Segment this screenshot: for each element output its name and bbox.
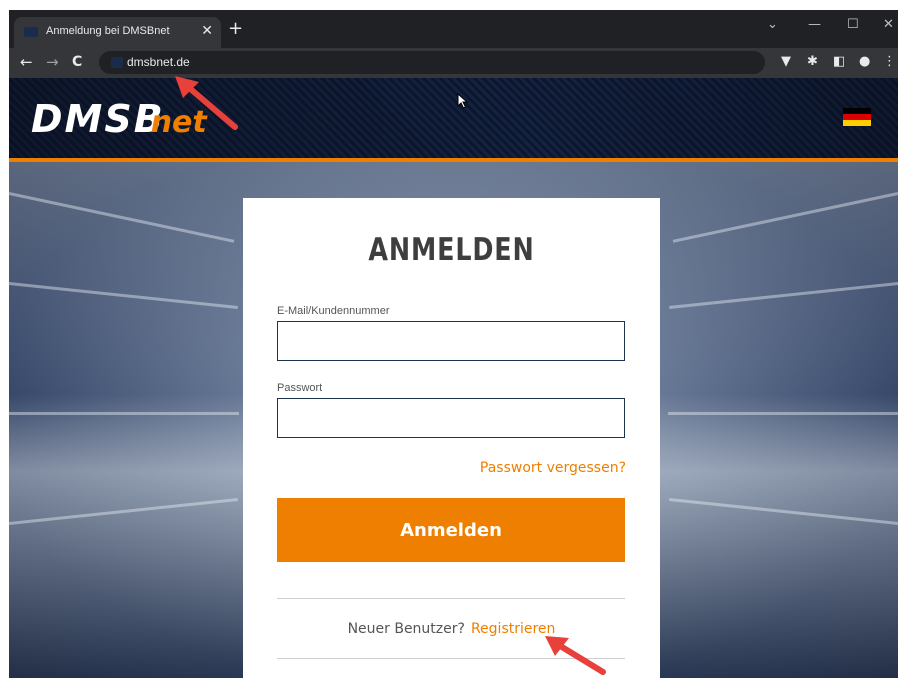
site-info-icon[interactable]: [111, 57, 123, 68]
forgot-password-link[interactable]: Passwort vergessen?: [480, 460, 626, 476]
extensions-puzzle-icon[interactable]: ✱: [807, 55, 818, 69]
maximize-icon[interactable]: ☐: [847, 18, 859, 32]
speed-streak: [668, 412, 898, 415]
email-label: E-Mail/Kundennummer: [277, 305, 390, 317]
site-header: DMSBnet: [9, 78, 898, 158]
url-text: dmsbnet.de: [127, 55, 190, 69]
browser-window: Anmeldung bei DMSBnet ✕ + ⌄ — ☐ ✕ ← → C …: [9, 10, 898, 678]
password-label: Passwort: [277, 382, 323, 394]
speed-streak: [669, 282, 898, 310]
window-close-icon[interactable]: ✕: [883, 18, 894, 32]
login-title: ANMELDEN: [368, 232, 535, 268]
new-user-text: Neuer Benutzer?: [347, 621, 465, 637]
password-input[interactable]: [277, 398, 625, 438]
email-input[interactable]: [277, 321, 625, 361]
profile-avatar-icon[interactable]: ●: [859, 55, 870, 69]
annotation-arrow-icon: [545, 636, 606, 675]
flag-stripe-gold: [843, 120, 871, 126]
speed-streak: [9, 192, 235, 243]
speed-streak: [9, 282, 238, 310]
tab-strip: Anmeldung bei DMSBnet ✕ + ⌄ — ☐ ✕: [9, 10, 898, 48]
tab-title: Anmeldung bei DMSBnet: [46, 25, 170, 37]
german-flag-icon[interactable]: [843, 108, 871, 126]
speed-streak: [9, 497, 238, 525]
side-panel-icon[interactable]: ◧: [833, 55, 845, 69]
vivaldi-extension-icon[interactable]: ▼: [781, 55, 791, 69]
new-tab-icon[interactable]: +: [228, 20, 243, 38]
tab-search-chevron-icon[interactable]: ⌄: [767, 18, 778, 32]
speed-streak: [672, 192, 898, 243]
forward-arrow-icon[interactable]: →: [46, 53, 59, 71]
annotation-arrow-icon: [175, 76, 238, 130]
tab-close-icon[interactable]: ✕: [201, 23, 213, 39]
speed-streak: [9, 412, 239, 415]
browser-toolbar: ← → C dmsbnet.de ▼ ✱ ◧ ● ⋮: [9, 48, 898, 78]
minimize-icon[interactable]: —: [808, 18, 821, 32]
browser-menu-icon[interactable]: ⋮: [883, 55, 896, 69]
divider-top: [277, 598, 625, 599]
browser-tab[interactable]: Anmeldung bei DMSBnet ✕: [14, 17, 221, 48]
speed-streak: [669, 497, 898, 525]
mouse-cursor-icon: [457, 93, 469, 109]
login-card: ANMELDEN E-Mail/Kundennummer Passwort Pa…: [243, 198, 660, 678]
site-favicon-icon: [24, 27, 38, 37]
back-arrow-icon[interactable]: ←: [20, 53, 33, 71]
address-bar[interactable]: dmsbnet.de: [99, 51, 765, 74]
web-page: DMSBnet ANMELDEN E-Mail/Kundennummer Pas…: [9, 78, 898, 678]
logo-main-text: DMSB: [31, 97, 165, 141]
login-button[interactable]: Anmelden: [277, 498, 625, 562]
reload-icon[interactable]: C: [72, 53, 82, 71]
